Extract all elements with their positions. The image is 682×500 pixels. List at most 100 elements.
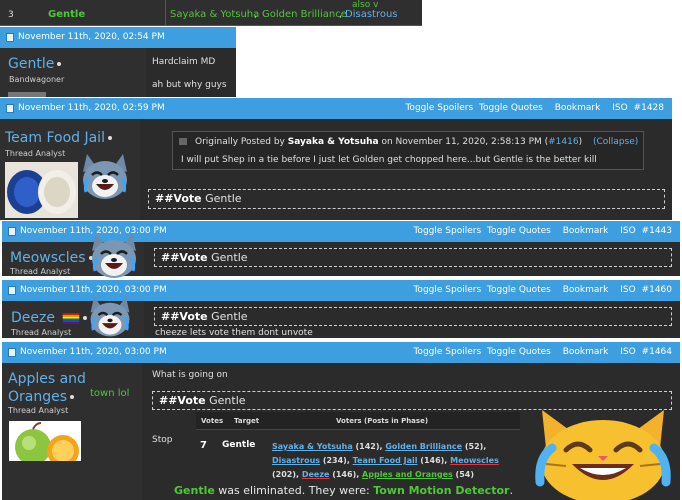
stop-text: Stop <box>152 435 173 445</box>
iso-link[interactable]: ISO <box>620 347 635 357</box>
toggle-spoilers-link[interactable]: Toggle Spoilers <box>413 226 481 236</box>
top-voter-1[interactable]: Sayaka & Yotsuha <box>170 9 259 20</box>
quote-icon <box>179 138 187 145</box>
top-table-row: 3 Gentle Sayaka & Yotsuha , Golden Brill… <box>0 0 422 26</box>
vote-tag: ##Vote <box>161 310 208 323</box>
post-links: Toggle Spoilers Toggle Quotes Bookmark I… <box>410 285 672 295</box>
vote-box: ##Vote Gentle <box>154 248 672 267</box>
toggle-quotes-link[interactable]: Toggle Quotes <box>487 226 551 236</box>
vote-count-table: Votes Target Voters (Posts in Phase) 7 G… <box>196 412 520 486</box>
iso-link[interactable]: ISO <box>620 285 635 295</box>
voter-link[interactable]: Meowscles <box>450 456 499 465</box>
post-line-1: Hardclaim MD <box>152 57 216 67</box>
post-links: Toggle Spoilers Toggle Quotes Bookmark I… <box>402 103 664 113</box>
post-1: November 11th, 2020, 02:54 PM Gentle Ban… <box>0 27 236 97</box>
post-icon <box>6 104 14 113</box>
vote-tag: ##Vote <box>155 192 202 205</box>
vote-count: 7 <box>200 440 207 451</box>
post-links: Toggle Spoilers Toggle Quotes Bookmark I… <box>410 347 672 357</box>
quote-ref-link[interactable]: #1416 <box>548 137 578 147</box>
voter-link[interactable]: Team Food Jail <box>353 456 418 465</box>
row-number: 3 <box>8 10 14 20</box>
post-message: cheeze lets vote them dont unvote <box>155 328 313 338</box>
post-date: November 11th, 2020, 02:59 PM <box>18 103 165 113</box>
vote-tag: ##Vote <box>161 251 208 264</box>
online-dot <box>57 62 62 66</box>
eliminated-name: Gentle <box>174 484 215 497</box>
bookmark-link[interactable]: Bookmark <box>563 226 609 236</box>
avatar <box>8 92 46 97</box>
username[interactable]: Team Food Jail <box>5 130 112 146</box>
username-line-2[interactable]: Oranges <box>8 389 75 405</box>
username[interactable]: Gentle <box>8 56 62 72</box>
user-title: Thread Analyst <box>8 406 69 415</box>
user-panel: Apples and Oranges Thread Analyst town l… <box>2 363 142 500</box>
toggle-spoilers-link[interactable]: Toggle Spoilers <box>413 285 481 295</box>
rainbow-flag-icon <box>63 312 80 324</box>
voter-link[interactable]: Disastrous <box>272 456 320 465</box>
vote-target: Gentle <box>211 251 248 264</box>
post-icon <box>6 33 14 42</box>
vote-target: Gentle <box>205 192 242 205</box>
voter-link[interactable]: Deeze <box>302 470 330 479</box>
post-number-link[interactable]: #1428 <box>634 103 664 113</box>
laughing-wolf-emoji <box>92 233 136 278</box>
post-header: November 11th, 2020, 02:54 PM <box>0 27 236 48</box>
avatar <box>9 421 81 461</box>
top-voter-3[interactable]: Disastrous <box>345 9 398 20</box>
post-header: November 11th, 2020, 02:59 PM Toggle Spo… <box>0 98 672 119</box>
online-dot <box>107 136 112 140</box>
side-note: town lol <box>90 388 130 399</box>
post-icon <box>8 227 16 236</box>
quote-header: Originally Posted by Sayaka & Yotsuha on… <box>195 137 583 147</box>
vote-tag: ##Vote <box>159 394 206 407</box>
voter-link[interactable]: Apples and Oranges <box>362 470 453 479</box>
post-message: What is going on <box>152 370 228 380</box>
top-voter-2[interactable]: Golden Brilliance <box>262 9 347 20</box>
iso-link[interactable]: ISO <box>620 226 635 236</box>
user-title: Thread Analyst <box>5 149 66 158</box>
post-number-link[interactable]: #1460 <box>642 285 672 295</box>
iso-link[interactable]: ISO <box>612 103 627 113</box>
quote-block: Originally Posted by Sayaka & Yotsuha on… <box>172 131 644 170</box>
collapse-link[interactable]: (Collapse) <box>593 137 638 147</box>
post-header: November 11th, 2020, 03:00 PM Toggle Spo… <box>2 342 680 363</box>
online-dot <box>70 395 75 399</box>
also-text: also v <box>352 0 379 10</box>
toggle-spoilers-link[interactable]: Toggle Spoilers <box>413 347 481 357</box>
post-line-2: ah but why guys <box>152 80 227 90</box>
comma: , <box>254 9 258 20</box>
username[interactable]: Deeze <box>11 310 88 326</box>
post-icon <box>8 286 16 295</box>
cat-tears-of-joy-emoji <box>535 410 671 500</box>
header-votes: Votes <box>201 417 224 425</box>
voter-link[interactable]: Sayaka & Yotsuha <box>272 442 353 451</box>
vote-target: Gentle <box>222 440 256 450</box>
toggle-quotes-link[interactable]: Toggle Quotes <box>487 347 551 357</box>
vote-target: Gentle <box>209 394 246 407</box>
bookmark-link[interactable]: Bookmark <box>563 347 609 357</box>
voter-link[interactable]: Golden Brilliance <box>385 442 462 451</box>
username[interactable]: Meowscles <box>10 250 93 266</box>
laughing-wolf-emoji <box>90 296 130 337</box>
row-name[interactable]: Gentle <box>48 9 85 20</box>
toggle-quotes-link[interactable]: Toggle Quotes <box>487 285 551 295</box>
post-icon <box>8 348 16 357</box>
bookmark-link[interactable]: Bookmark <box>563 285 609 295</box>
eliminated-role: Town Motion Detector <box>373 484 510 497</box>
vote-box: ##Vote Gentle <box>154 307 672 326</box>
table-header-row: Votes Target Voters (Posts in Phase) <box>196 412 520 430</box>
elimination-notice: Gentle was eliminated. They were: Town M… <box>172 484 538 500</box>
header-target: Target <box>234 417 260 425</box>
user-title: Thread Analyst <box>11 328 72 337</box>
quote-author[interactable]: Sayaka & Yotsuha <box>288 137 379 147</box>
bookmark-link[interactable]: Bookmark <box>555 103 601 113</box>
divider <box>165 0 166 26</box>
laughing-wolf-emoji <box>83 154 127 199</box>
username-line-1[interactable]: Apples and <box>8 371 86 387</box>
vote-box: ##Vote Gentle <box>148 189 665 209</box>
post-number-link[interactable]: #1464 <box>642 347 672 357</box>
toggle-quotes-link[interactable]: Toggle Quotes <box>479 103 543 113</box>
toggle-spoilers-link[interactable]: Toggle Spoilers <box>405 103 473 113</box>
post-number-link[interactable]: #1443 <box>642 226 672 236</box>
